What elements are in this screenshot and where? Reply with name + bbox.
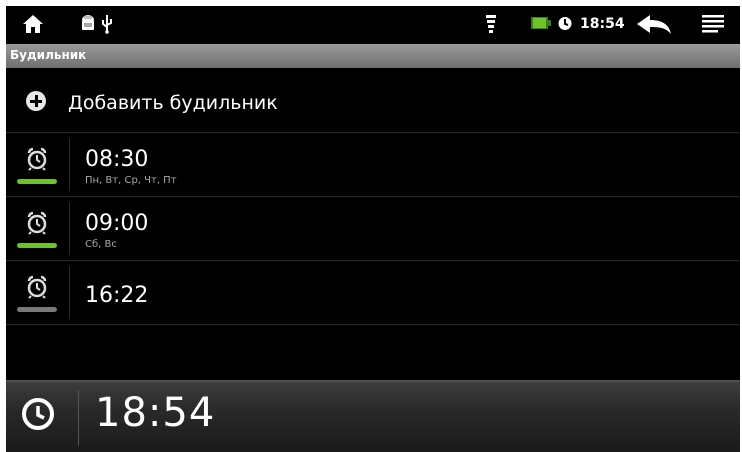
alarm-screen: 18:54 Будильник Добавить будильник 08:30… (6, 6, 740, 452)
alarm-clock-icon[interactable] (20, 275, 54, 299)
usb-icon (102, 15, 112, 34)
alarm-days: Сб, Вс (85, 239, 117, 250)
alarm-clock-icon[interactable] (20, 211, 54, 235)
alarm-disabled-indicator (17, 307, 57, 312)
add-alarm-button[interactable]: Добавить будильник (6, 70, 740, 132)
alarm-enabled-indicator (17, 179, 57, 184)
add-alarm-label: Добавить будильник (68, 92, 278, 114)
alarm-list-item[interactable]: 09:00 Сб, Вс (6, 197, 740, 260)
row-separator (69, 266, 70, 319)
page-title: Будильник (10, 48, 87, 62)
alarm-days: Пн, Вт, Ср, Чт, Пт (85, 175, 177, 186)
clock-icon[interactable] (21, 397, 55, 431)
alarm-enabled-indicator (17, 243, 57, 248)
alarm-time: 16:22 (85, 283, 149, 308)
status-time: 18:54 (580, 16, 625, 32)
current-time: 18:54 (95, 390, 216, 436)
alarm-clock-icon[interactable] (20, 147, 54, 171)
menu-icon[interactable] (702, 15, 724, 35)
row-separator (69, 202, 70, 255)
divider (6, 324, 740, 325)
battery-icon (531, 17, 551, 29)
alarm-list-item[interactable]: 16:22 (6, 261, 740, 324)
row-separator (69, 138, 70, 191)
alarm-status-icon (558, 17, 572, 30)
alarm-time: 08:30 (85, 147, 149, 172)
alarm-list-item[interactable]: 08:30 Пн, Вт, Ср, Чт, Пт (6, 133, 740, 196)
title-bar: Будильник (6, 44, 740, 68)
clock-separator (78, 390, 79, 446)
add-icon (26, 91, 46, 111)
back-icon[interactable] (636, 14, 672, 36)
clock-bar[interactable]: 18:54 (6, 380, 740, 452)
wifi-icon (486, 15, 496, 33)
home-icon[interactable] (22, 14, 44, 34)
android-debug-icon (82, 15, 94, 30)
status-bar: 18:54 (6, 6, 740, 44)
alarm-time: 09:00 (85, 211, 149, 236)
